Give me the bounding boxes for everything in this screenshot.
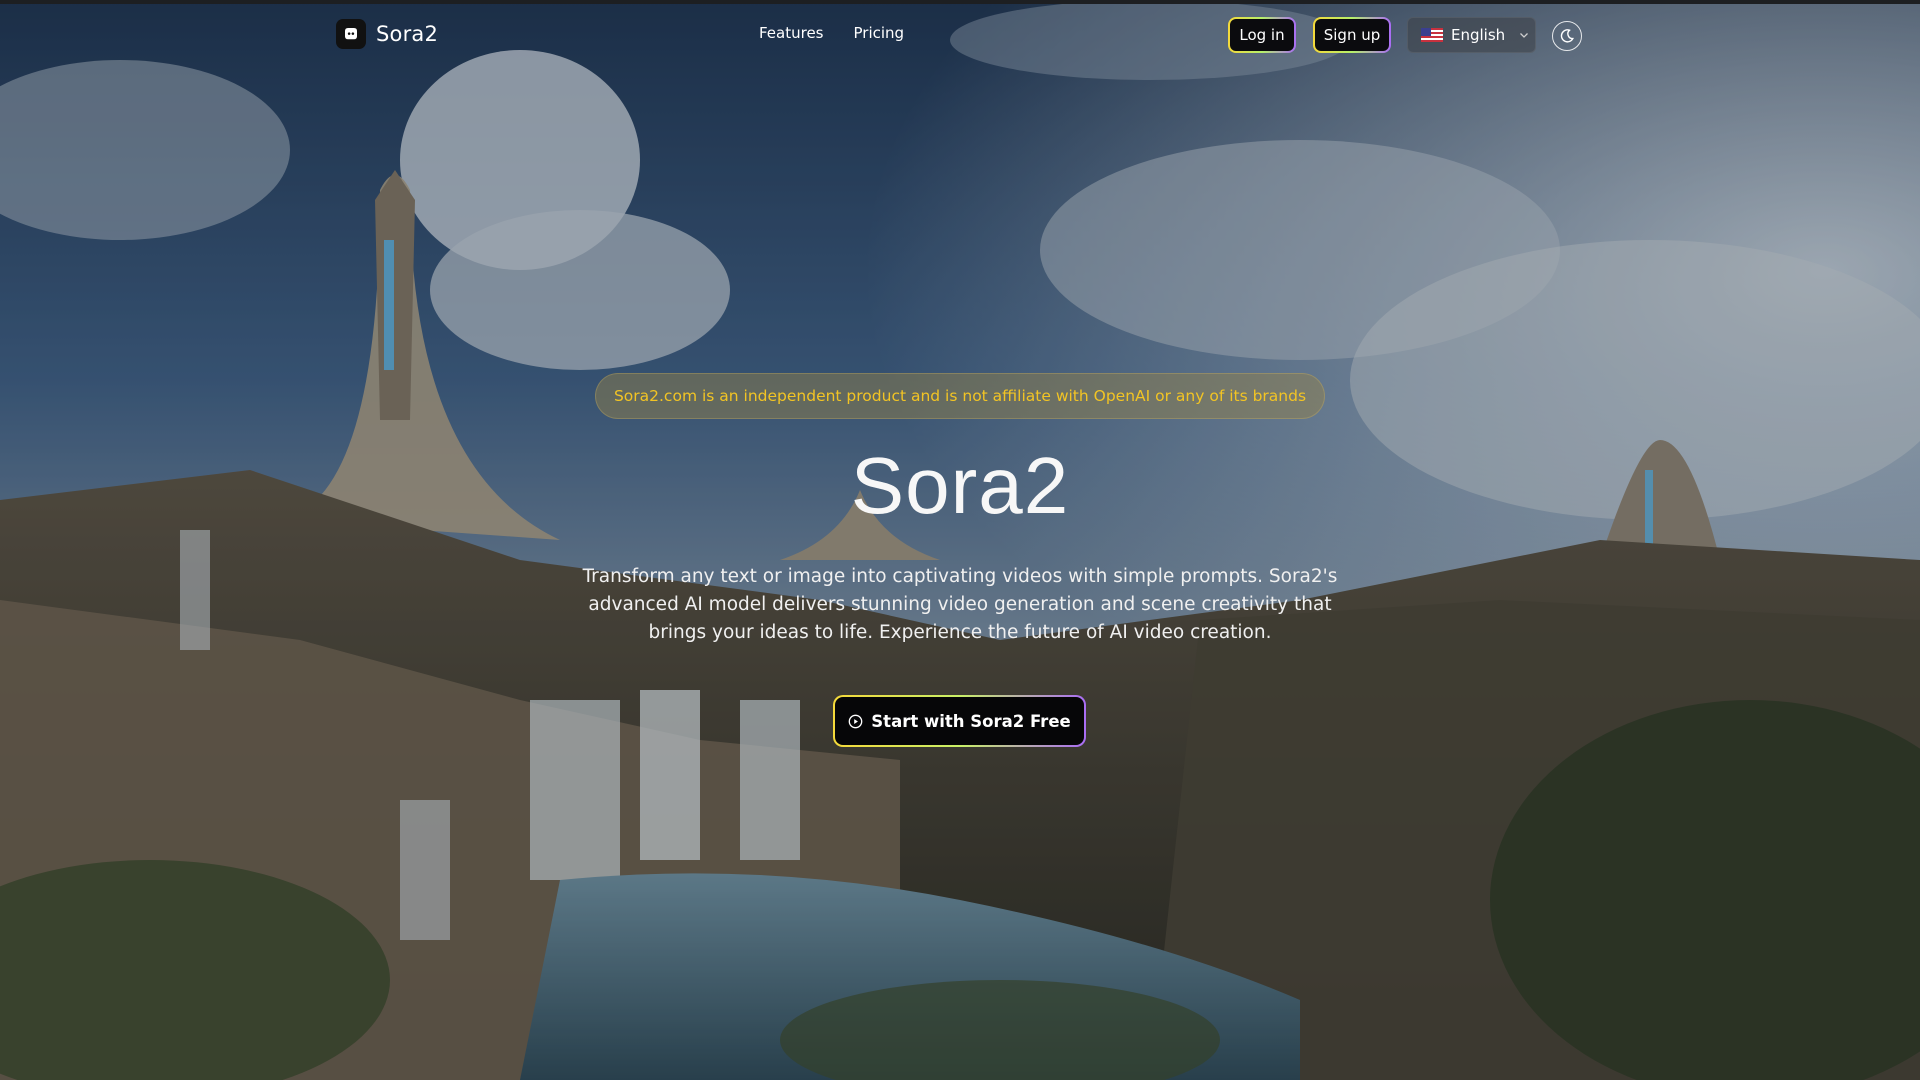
language-selector[interactable]: English xyxy=(1407,17,1536,53)
disclaimer-notice: Sora2.com is an independent product and … xyxy=(595,373,1325,419)
hero-title: Sora2 xyxy=(850,441,1070,530)
top-navbar: Sora2 Features Pricing Log in Sign up En… xyxy=(0,4,1920,64)
play-circle-icon xyxy=(848,714,863,728)
login-button[interactable]: Log in xyxy=(1228,17,1296,53)
brand-link[interactable]: Sora2 xyxy=(336,18,438,50)
theme-toggle-button[interactable] xyxy=(1552,21,1582,51)
background-dim-overlay xyxy=(0,0,1920,1080)
discord-like-logo-icon xyxy=(336,19,366,49)
brand-name: Sora2 xyxy=(376,22,439,46)
start-free-label: Start with Sora2 Free xyxy=(871,711,1071,731)
chevron-down-icon xyxy=(1520,33,1529,38)
moon-icon xyxy=(1560,29,1574,43)
nav-link-pricing[interactable]: Pricing xyxy=(854,24,905,42)
top-strip xyxy=(0,0,1920,4)
hero-description: Transform any text or image into captiva… xyxy=(582,566,1338,643)
language-label: English xyxy=(1451,26,1506,44)
signup-button[interactable]: Sign up xyxy=(1313,17,1391,53)
start-free-button[interactable]: Start with Sora2 Free xyxy=(833,695,1086,747)
nav-links: Features Pricing xyxy=(759,24,904,42)
nav-link-features[interactable]: Features xyxy=(759,24,824,42)
us-flag-icon xyxy=(1421,28,1443,42)
